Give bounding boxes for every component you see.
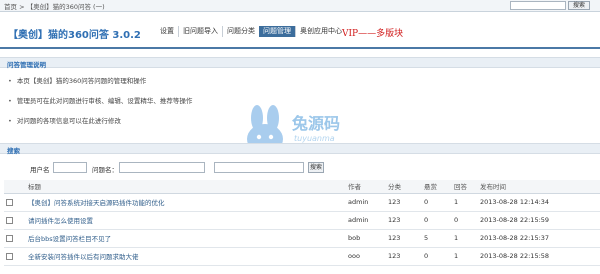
- row-checkbox[interactable]: [6, 252, 13, 260]
- username-input[interactable]: [53, 162, 87, 173]
- row-author: ooo: [346, 247, 386, 266]
- row-author: bob: [346, 229, 386, 248]
- top-bar: 首页 > 【奥创】猫的360问答 (一) 搜索: [0, 0, 600, 12]
- question-table: 标题 作者 分类 悬赏 回答 发布时间 【奥创】问答系统对接天启源码插件功能的优…: [4, 180, 600, 266]
- question-title-link[interactable]: 后台bbs设置问答栏目不见了: [28, 235, 111, 243]
- table-row: 全新安装问答插件以后有问题求助大佬 ooo 123 0 1 2013-08-28…: [4, 247, 600, 266]
- username-label: 用户名: [30, 166, 50, 174]
- row-answers: 1: [452, 193, 478, 212]
- column-header: 发布时间: [478, 180, 600, 194]
- notes-section-title: 问答管理说明: [7, 61, 46, 69]
- search-section-title: 搜索: [7, 147, 20, 155]
- row-time: 2013-08-28 22:15:37: [478, 229, 600, 248]
- note-item: 对问题的各项信息可以在此进行修改: [8, 115, 121, 125]
- watermark-text: 兔源码: [292, 114, 341, 133]
- row-reward: 0: [422, 211, 452, 230]
- tab-app-center[interactable]: 奥创应用中心: [295, 26, 346, 37]
- row-reward: 0: [422, 193, 452, 212]
- search-row: 用户名 问题名： 搜索: [0, 161, 600, 175]
- top-search-input[interactable]: [510, 1, 566, 10]
- row-reward: 0: [422, 247, 452, 266]
- column-header: 回答: [452, 180, 478, 194]
- column-header: 标题: [26, 180, 346, 194]
- row-checkbox[interactable]: [6, 198, 13, 206]
- keyword-label: 问题名：: [92, 166, 118, 174]
- note-item: 管理员可在此对问题进行审核、编辑、设置精华、推荐等操作: [8, 95, 193, 105]
- row-category: 123: [386, 211, 422, 230]
- extra-filter-input[interactable]: [214, 162, 304, 173]
- keyword-input[interactable]: [119, 162, 205, 173]
- row-answers: 1: [452, 247, 478, 266]
- note-item: 本页【奥创】猫的360问答问题的管理和操作: [8, 75, 146, 85]
- row-category: 123: [386, 247, 422, 266]
- tab-settings[interactable]: 设置: [156, 26, 178, 37]
- column-header: 分类: [386, 180, 422, 194]
- top-search-button[interactable]: 搜索: [568, 1, 590, 10]
- table-header-row: 标题 作者 分类 悬赏 回答 发布时间: [4, 180, 600, 194]
- vip-label: VIP——多版块: [342, 29, 404, 39]
- question-title-link[interactable]: 【奥创】问答系统对接天启源码插件功能的优化: [28, 199, 165, 207]
- breadcrumb: 首页 > 【奥创】猫的360问答 (一): [4, 2, 105, 11]
- tab-import[interactable]: 旧问题导入: [178, 26, 222, 37]
- watermark-subtext: tuyuanma: [294, 134, 335, 143]
- app-title: 【奥创】猫的360问答 3.0.2: [8, 30, 141, 41]
- question-title-link[interactable]: 全新安装问答插件以后有问题求助大佬: [28, 253, 139, 261]
- row-time: 2013-08-28 22:15:59: [478, 211, 600, 230]
- column-header: 作者: [346, 180, 386, 194]
- notes-section-header: 问答管理说明: [0, 57, 600, 69]
- question-title-link[interactable]: 请问插件怎么使用设置: [28, 217, 93, 225]
- row-category: 123: [386, 229, 422, 248]
- table-row: 【奥创】问答系统对接天启源码插件功能的优化 admin 123 0 1 2013…: [4, 193, 600, 212]
- row-reward: 5: [422, 229, 452, 248]
- tab-question-management[interactable]: 问题管理: [259, 26, 295, 37]
- column-header: 悬赏: [422, 180, 452, 194]
- row-time: 2013-08-28 12:14:34: [478, 193, 600, 212]
- row-author: admin: [346, 193, 386, 212]
- tab-categories[interactable]: 问题分类: [222, 26, 259, 37]
- header-divider: [0, 47, 600, 49]
- search-section-header: 搜索: [0, 143, 600, 155]
- row-author: admin: [346, 211, 386, 230]
- row-category: 123: [386, 193, 422, 212]
- table-row: 请问插件怎么使用设置 admin 123 0 0 2013-08-28 22:1…: [4, 211, 600, 230]
- row-time: 2013-08-28 22:15:58: [478, 247, 600, 266]
- row-checkbox[interactable]: [6, 216, 13, 224]
- row-answers: 0: [452, 211, 478, 230]
- search-submit-button[interactable]: 搜索: [308, 162, 324, 173]
- plugin-header: 【奥创】猫的360问答 3.0.2 设置 旧问题导入 问题分类 问题管理 奥创应…: [0, 18, 600, 44]
- plugin-nav: 设置 旧问题导入 问题分类 问题管理 奥创应用中心: [156, 26, 346, 37]
- row-answers: 1: [452, 229, 478, 248]
- table-row: 后台bbs设置问答栏目不见了 bob 123 5 1 2013-08-28 22…: [4, 229, 600, 248]
- row-checkbox[interactable]: [6, 234, 13, 242]
- select-column-header: [4, 180, 26, 194]
